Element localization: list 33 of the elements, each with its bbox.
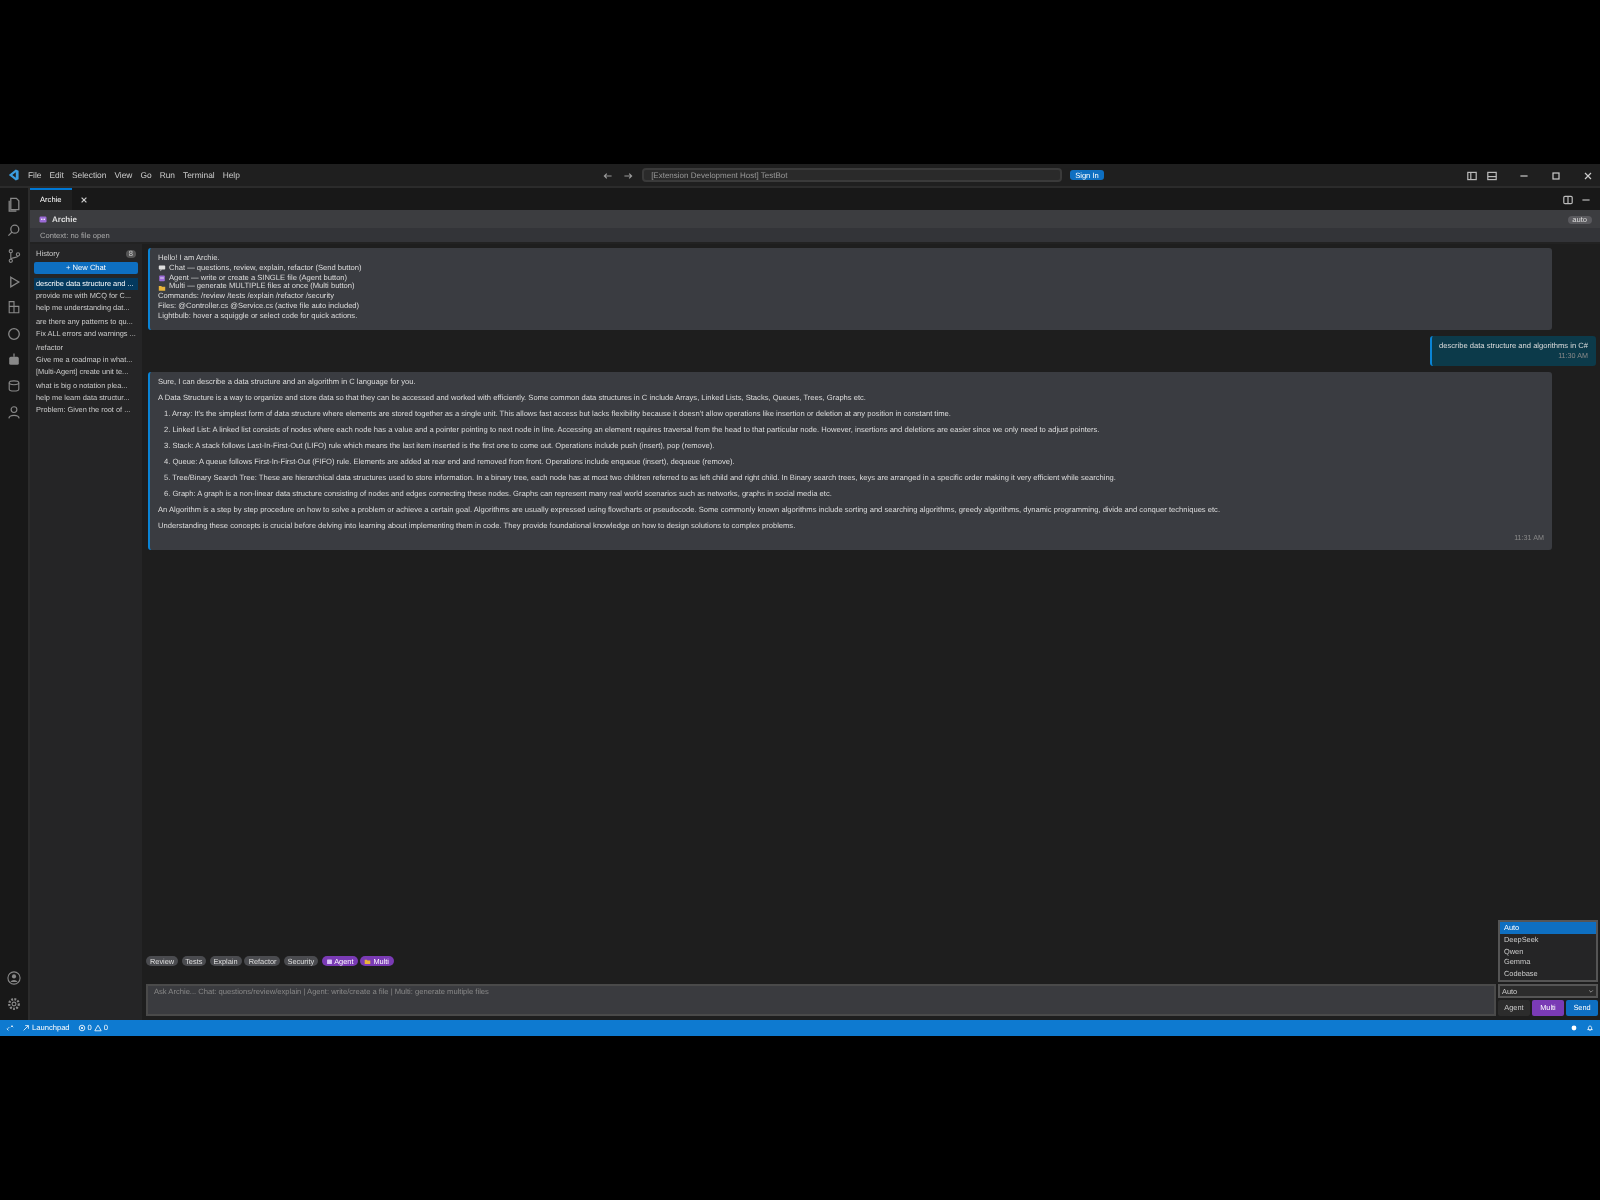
app-logo-icon[interactable] (6, 168, 20, 182)
folder-icon (364, 957, 372, 965)
files-icon[interactable] (6, 196, 22, 212)
arrow-icon (22, 1024, 30, 1032)
robot-icon (158, 273, 166, 282)
chevron-down-icon (1588, 988, 1594, 994)
settings-icon[interactable] (6, 996, 22, 1012)
back-arrow-icon[interactable] (601, 169, 614, 181)
folder-icon (158, 283, 166, 292)
split-editor-icon[interactable] (1562, 193, 1574, 205)
robot-icon (38, 214, 48, 224)
forward-arrow-icon[interactable] (621, 169, 634, 181)
database-icon[interactable] (6, 378, 22, 394)
minimize-icon[interactable] (1518, 169, 1530, 181)
layout-icon[interactable] (1466, 169, 1478, 181)
close-icon[interactable] (1582, 169, 1594, 181)
maximize-icon[interactable] (1550, 169, 1562, 181)
extensions-icon[interactable] (6, 300, 22, 316)
search-icon[interactable] (6, 222, 22, 238)
circle-icon[interactable] (6, 326, 22, 342)
account-icon[interactable] (6, 970, 22, 986)
panel-icon[interactable] (1486, 169, 1498, 181)
error-icon (77, 1024, 86, 1032)
robot-icon[interactable] (6, 352, 22, 368)
source-control-icon[interactable] (6, 248, 22, 264)
chat-icon (158, 264, 166, 273)
warning-icon (93, 1024, 102, 1032)
robot-icon (325, 957, 333, 965)
more-icon[interactable] (1580, 193, 1592, 205)
person-icon[interactable] (6, 404, 22, 420)
close-icon[interactable] (77, 193, 90, 205)
run-debug-icon[interactable] (6, 274, 22, 290)
bell-icon[interactable] (1586, 1024, 1594, 1032)
